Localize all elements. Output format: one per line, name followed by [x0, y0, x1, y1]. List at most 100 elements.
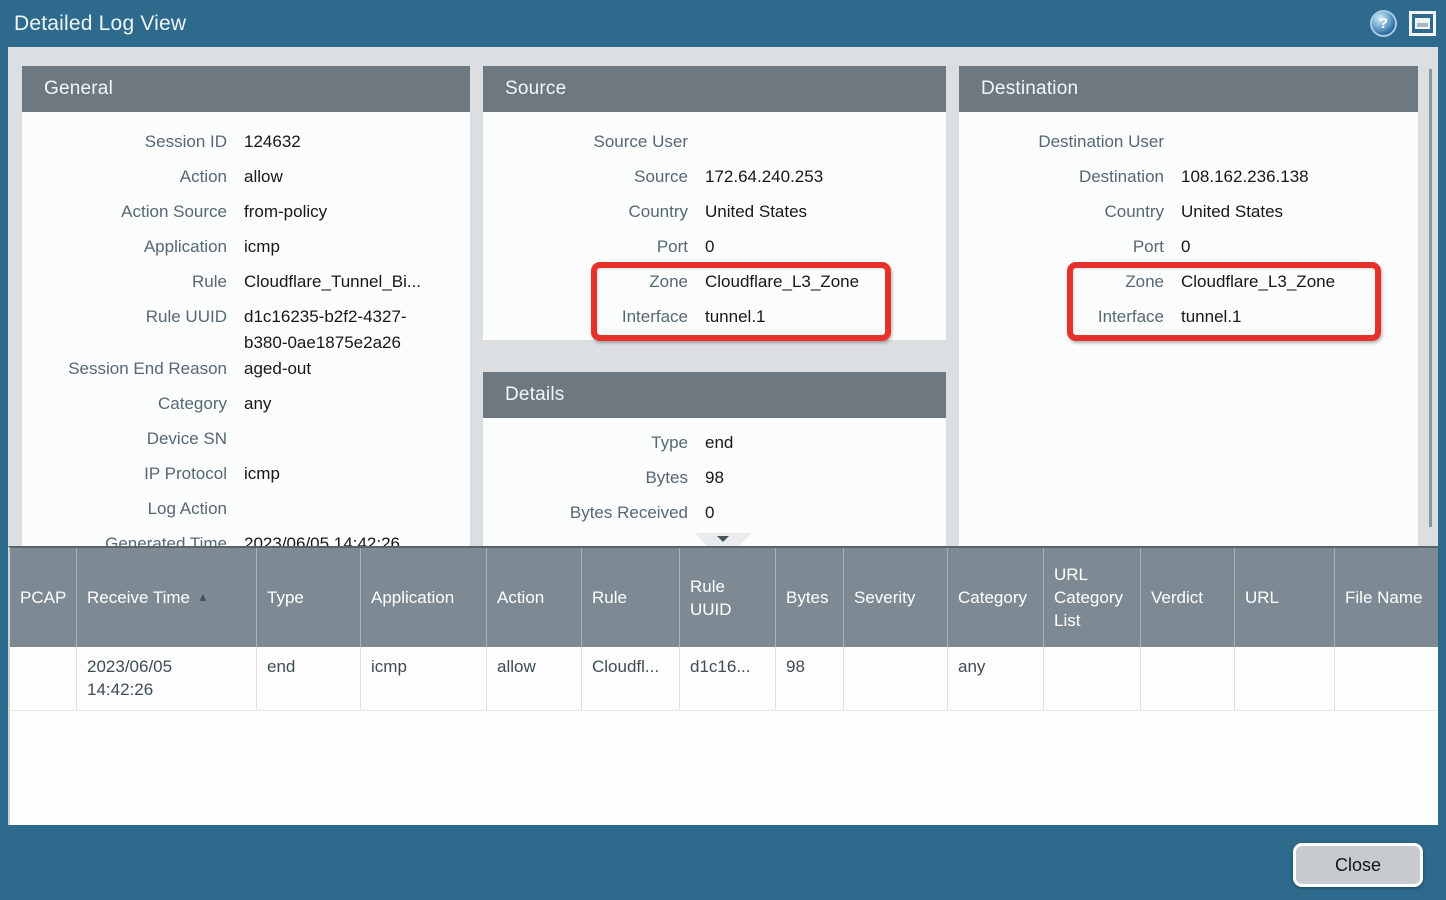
destination-panel-header: Destination: [959, 66, 1418, 112]
column-header-action[interactable]: Action: [487, 548, 582, 647]
field-value: Cloudflare_L3_Zone: [1181, 269, 1335, 295]
details-panel-body: Typeend Bytes 98 Bytes Received0: [483, 418, 946, 546]
field-label: Country: [959, 199, 1164, 225]
field-label: Action Source: [22, 199, 227, 225]
general-column: General Session ID124632 Actionallow Act…: [22, 66, 470, 546]
field-value: icmp: [244, 461, 280, 487]
field-label: Destination: [959, 164, 1164, 190]
column-header-rule-uuid[interactable]: Rule UUID: [680, 548, 776, 647]
chevron-down-icon: [717, 536, 729, 542]
field-interface: Interfacetunnel.1: [483, 304, 946, 339]
field-type: Typeend: [483, 430, 946, 465]
column-header-file-name[interactable]: File Name: [1335, 548, 1438, 647]
column-header-verdict[interactable]: Verdict: [1141, 548, 1235, 647]
log-entries-table: PCAP Receive Time ▲ Type Application Act…: [8, 546, 1438, 825]
field-category: Categoryany: [22, 391, 470, 426]
field-value: 98: [705, 465, 724, 491]
field-label: Log Action: [22, 496, 227, 522]
column-header-category[interactable]: Category: [948, 548, 1044, 647]
column-header-receive-time[interactable]: Receive Time ▲: [77, 548, 257, 647]
field-generated-time: Generated Time2023/06/05 14:42:26: [22, 531, 470, 546]
detail-panels-grid: General Session ID124632 Actionallow Act…: [8, 47, 1438, 546]
cell-verdict: [1141, 647, 1235, 710]
column-header-application[interactable]: Application: [361, 548, 487, 647]
field-label: Bytes: [483, 465, 688, 491]
vertical-scrollbar-thumb[interactable]: [1429, 69, 1432, 527]
column-header-rule[interactable]: Rule: [582, 548, 680, 647]
column-header-url-category-list[interactable]: URL Category List: [1044, 548, 1141, 647]
field-port: Port0: [483, 234, 946, 269]
log-detail-region: General Session ID124632 Actionallow Act…: [8, 47, 1438, 546]
column-header-severity[interactable]: Severity: [844, 548, 948, 647]
column-header-bytes[interactable]: Bytes: [776, 548, 844, 647]
column-header-type[interactable]: Type: [257, 548, 361, 647]
field-label: Port: [959, 234, 1164, 260]
field-label: Destination User: [959, 129, 1164, 155]
field-value: Cloudflare_Tunnel_Bi...: [244, 269, 421, 295]
field-label: Generated Time: [22, 531, 227, 546]
details-panel-header: Details: [483, 372, 946, 418]
destination-panel: Destination Destination User Destination…: [959, 66, 1418, 546]
field-value: 172.64.240.253: [705, 164, 823, 190]
field-destination: Destination 108.162.236.138: [959, 164, 1418, 199]
field-value: aged-out: [244, 356, 311, 382]
table-row[interactable]: 2023/06/05 14:42:26 end icmp allow Cloud…: [10, 647, 1438, 711]
field-rule-uuid: Rule UUIDd1c16235-b2f2-4327- b380-0ae187…: [22, 304, 470, 356]
cell-application: icmp: [361, 647, 487, 710]
field-source: Source172.64.240.253: [483, 164, 946, 199]
source-zone-highlight-group: ZoneCloudflare_L3_Zone Interfacetunnel.1: [483, 269, 946, 339]
cell-url-category-list: [1044, 647, 1141, 710]
field-interface: Interface tunnel.1: [959, 304, 1418, 339]
field-label: Zone: [483, 269, 688, 295]
field-country: CountryUnited States: [483, 199, 946, 234]
field-label: Session ID: [22, 129, 227, 155]
sort-ascending-icon: ▲: [197, 586, 209, 609]
field-label: Application: [22, 234, 227, 260]
cell-bytes: 98: [776, 647, 844, 710]
field-session-id: Session ID 124632: [22, 129, 470, 164]
cell-file-name: [1335, 647, 1438, 710]
field-value: 124632: [244, 129, 301, 155]
field-value: United States: [1181, 199, 1283, 225]
close-button[interactable]: Close: [1293, 843, 1423, 887]
field-label: Source User: [483, 129, 688, 155]
field-value: 108.162.236.138: [1181, 164, 1309, 190]
field-label: Zone: [959, 269, 1164, 295]
field-source-user: Source User: [483, 129, 946, 164]
window-restore-icon[interactable]: [1409, 11, 1436, 36]
cell-receive-time: 2023/06/05 14:42:26: [77, 647, 257, 710]
help-icon[interactable]: ?: [1370, 10, 1397, 37]
cell-category: any: [948, 647, 1044, 710]
dialog-footer: Close: [0, 825, 1446, 900]
field-value: tunnel.1: [705, 304, 766, 330]
cell-action: allow: [487, 647, 582, 710]
dialog-title: Detailed Log View: [0, 12, 186, 36]
column-header-pcap[interactable]: PCAP: [10, 548, 77, 647]
field-label: Interface: [959, 304, 1164, 330]
general-panel-body: Session ID 124632 Action allow Action Sour…: [22, 112, 470, 546]
field-label: Action: [22, 164, 227, 190]
column-header-url[interactable]: URL: [1235, 548, 1335, 647]
field-label: Type: [483, 430, 688, 456]
cell-type: end: [257, 647, 361, 710]
field-log-action: Log Action: [22, 496, 470, 531]
field-value: d1c16235-b2f2-4327- b380-0ae1875e2a26: [244, 304, 407, 356]
field-value: 0: [1181, 234, 1190, 260]
source-panel-header: Source: [483, 66, 946, 112]
field-action: Action allow: [22, 164, 470, 199]
field-country: Country United States: [959, 199, 1418, 234]
field-rule: Rule Cloudflare_Tunnel_Bi...: [22, 269, 470, 304]
field-device-sn: Device SN: [22, 426, 470, 461]
field-value: United States: [705, 199, 807, 225]
field-value: allow: [244, 164, 283, 190]
cell-url: [1235, 647, 1335, 710]
cell-rule-uuid: d1c16...: [680, 647, 776, 710]
field-value: tunnel.1: [1181, 304, 1242, 330]
column-header-label: Receive Time: [87, 586, 190, 609]
source-panel: Source Source User Source172.64.240.253 …: [483, 66, 946, 340]
field-label: IP Protocol: [22, 461, 227, 487]
field-bytes-received: Bytes Received0: [483, 500, 946, 535]
field-label: Rule: [22, 269, 227, 295]
field-label: Device SN: [22, 426, 227, 452]
field-label: Category: [22, 391, 227, 417]
